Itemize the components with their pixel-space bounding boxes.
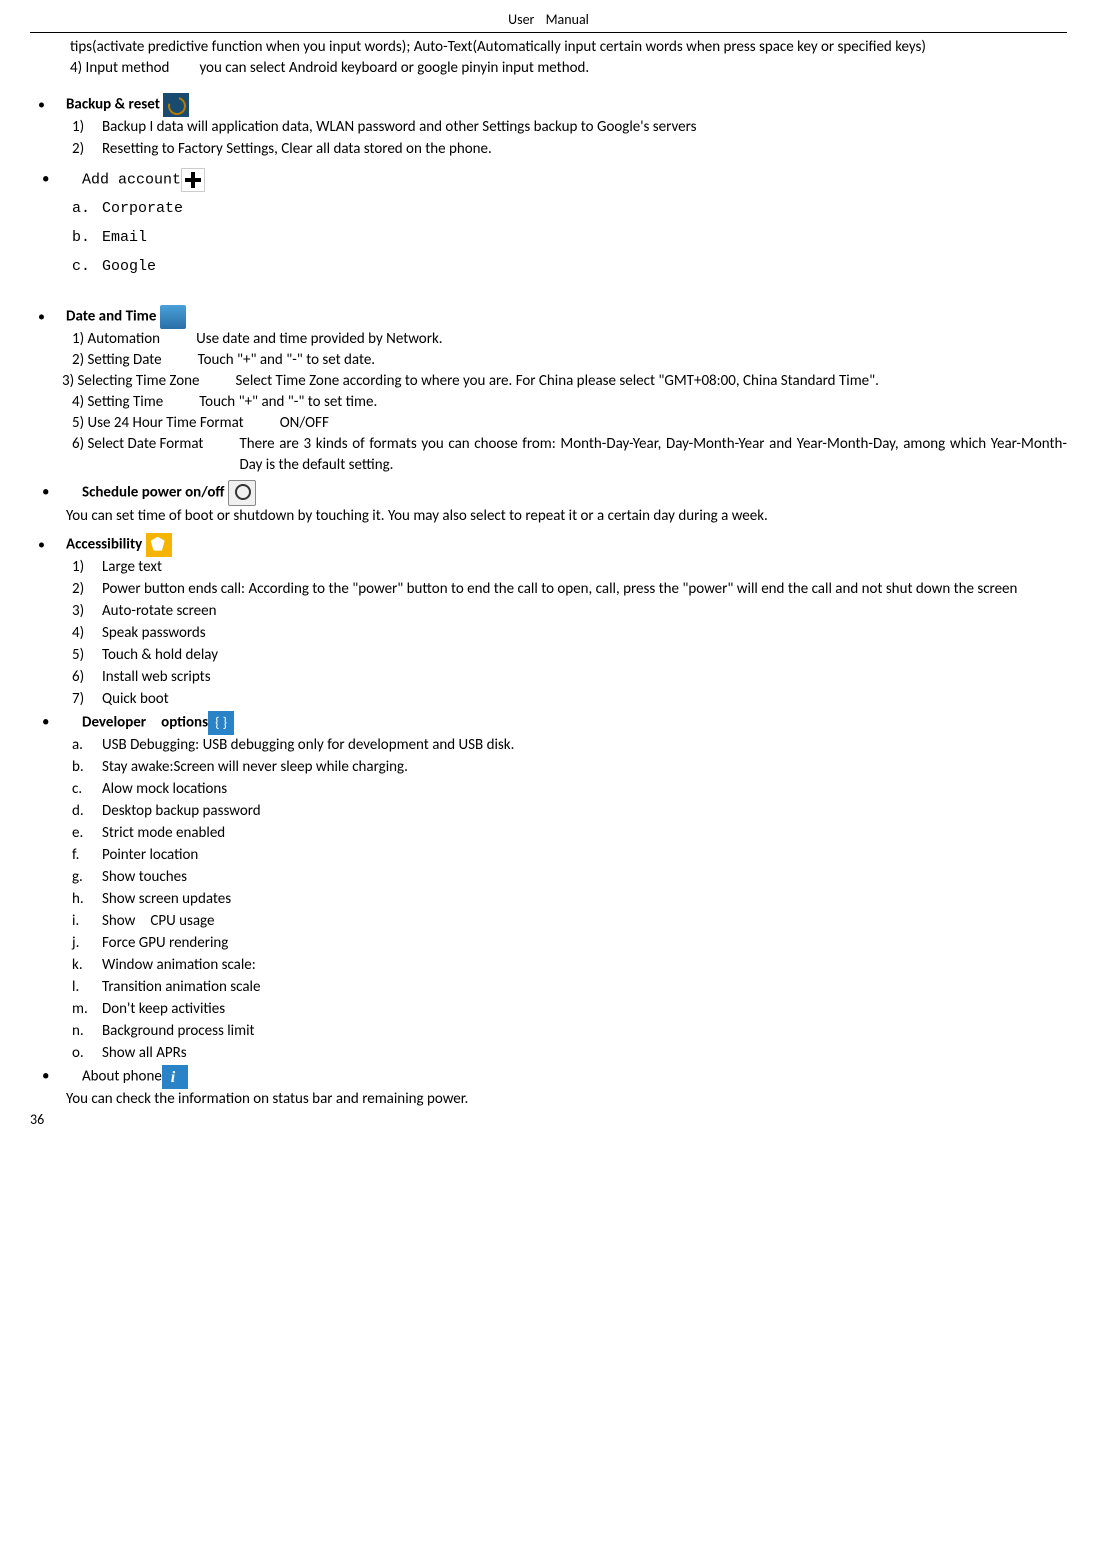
list-item: a.Corporate xyxy=(72,198,1067,219)
list-item: 7)Quick boot xyxy=(72,689,1067,710)
list-item: i.Show CPU usage xyxy=(72,911,1067,932)
list-item: e.Strict mode enabled xyxy=(72,823,1067,844)
list-item: 2)Resetting to Factory Settings, Clear a… xyxy=(72,139,1067,160)
list-item: 4)Speak passwords xyxy=(72,623,1067,644)
accessibility-icon xyxy=(146,533,172,557)
top-paragraph-2: 4) Input method you can select Android k… xyxy=(70,58,1067,79)
schedule-heading: •Schedule power on/off xyxy=(42,480,1067,506)
backup-icon xyxy=(163,93,189,117)
about-desc: You can check the information on status … xyxy=(66,1089,1067,1110)
list-item: 1)Large text xyxy=(72,557,1067,578)
accessibility-title: Accessibility xyxy=(66,535,142,553)
list-item: o.Show all APRs xyxy=(72,1043,1067,1064)
dt-settime: 4) Setting TimeTouch "+" and "-" to set … xyxy=(72,392,1067,413)
developer-icon xyxy=(208,711,234,735)
add-account-heading: •Add account xyxy=(42,168,1067,192)
list-item: 1)Backup I data will application data, W… xyxy=(72,117,1067,138)
list-item: a.USB Debugging: USB debugging only for … xyxy=(72,735,1067,756)
date-time-title: Date and Time xyxy=(66,307,156,325)
list-item: g.Show touches xyxy=(72,867,1067,888)
list-item: h.Show screen updates xyxy=(72,889,1067,910)
datetime-icon xyxy=(160,305,186,329)
list-item: l.Transition animation scale xyxy=(72,977,1067,998)
list-item: c.Alow mock locations xyxy=(72,779,1067,800)
list-item: b.Email xyxy=(72,227,1067,248)
list-item: d.Desktop backup password xyxy=(72,801,1067,822)
list-item: b.Stay awake:Screen will never sleep whi… xyxy=(72,757,1067,778)
list-item: c.Google xyxy=(72,256,1067,277)
list-item: 2)Power button ends call: According to t… xyxy=(72,579,1067,600)
schedule-title: Schedule power on/off xyxy=(82,483,224,501)
date-time-heading: •Date and Time xyxy=(38,305,1067,329)
schedule-icon xyxy=(228,480,256,506)
list-item: n.Background process limit xyxy=(72,1021,1067,1042)
list-item: 6)Install web scripts xyxy=(72,667,1067,688)
list-item: k.Window animation scale: xyxy=(72,955,1067,976)
dt-setdate: 2) Setting DateTouch "+" and "-" to set … xyxy=(72,350,1067,371)
list-item: m.Don't keep activities xyxy=(72,999,1067,1020)
about-icon xyxy=(162,1065,188,1089)
about-phone-title: About phone xyxy=(82,1067,162,1085)
schedule-desc: You can set time of boot or shutdown by … xyxy=(66,506,1067,527)
backup-reset-title: Backup & reset xyxy=(66,95,160,113)
plus-icon xyxy=(181,168,205,192)
dt-dateformat: 6) Select Date FormatThere are 3 kinds o… xyxy=(72,434,1067,476)
page-header: User Manual xyxy=(30,10,1067,33)
developer-title: Developer options xyxy=(82,713,208,731)
list-item: 3)Auto-rotate screen xyxy=(72,601,1067,622)
dt-timezone: 3) Selecting Time ZoneSelect Time Zone a… xyxy=(62,371,1067,392)
dt-automation: 1) AutomationUse date and time provided … xyxy=(72,329,1067,350)
list-item: j.Force GPU rendering xyxy=(72,933,1067,954)
list-item: f.Pointer location xyxy=(72,845,1067,866)
about-phone-heading: •About phone xyxy=(42,1065,1067,1089)
developer-heading: •Developer options xyxy=(42,711,1067,735)
accessibility-heading: •Accessibility xyxy=(38,533,1067,557)
top-paragraph-1: tips(activate predictive function when y… xyxy=(70,37,1067,58)
list-item: 5)Touch & hold delay xyxy=(72,645,1067,666)
dt-24hour: 5) Use 24 Hour Time FormatON/OFF xyxy=(72,413,1067,434)
page-number: 36 xyxy=(30,1110,1067,1130)
add-account-title: Add account xyxy=(82,171,181,188)
backup-reset-heading: •Backup & reset xyxy=(38,93,1067,117)
